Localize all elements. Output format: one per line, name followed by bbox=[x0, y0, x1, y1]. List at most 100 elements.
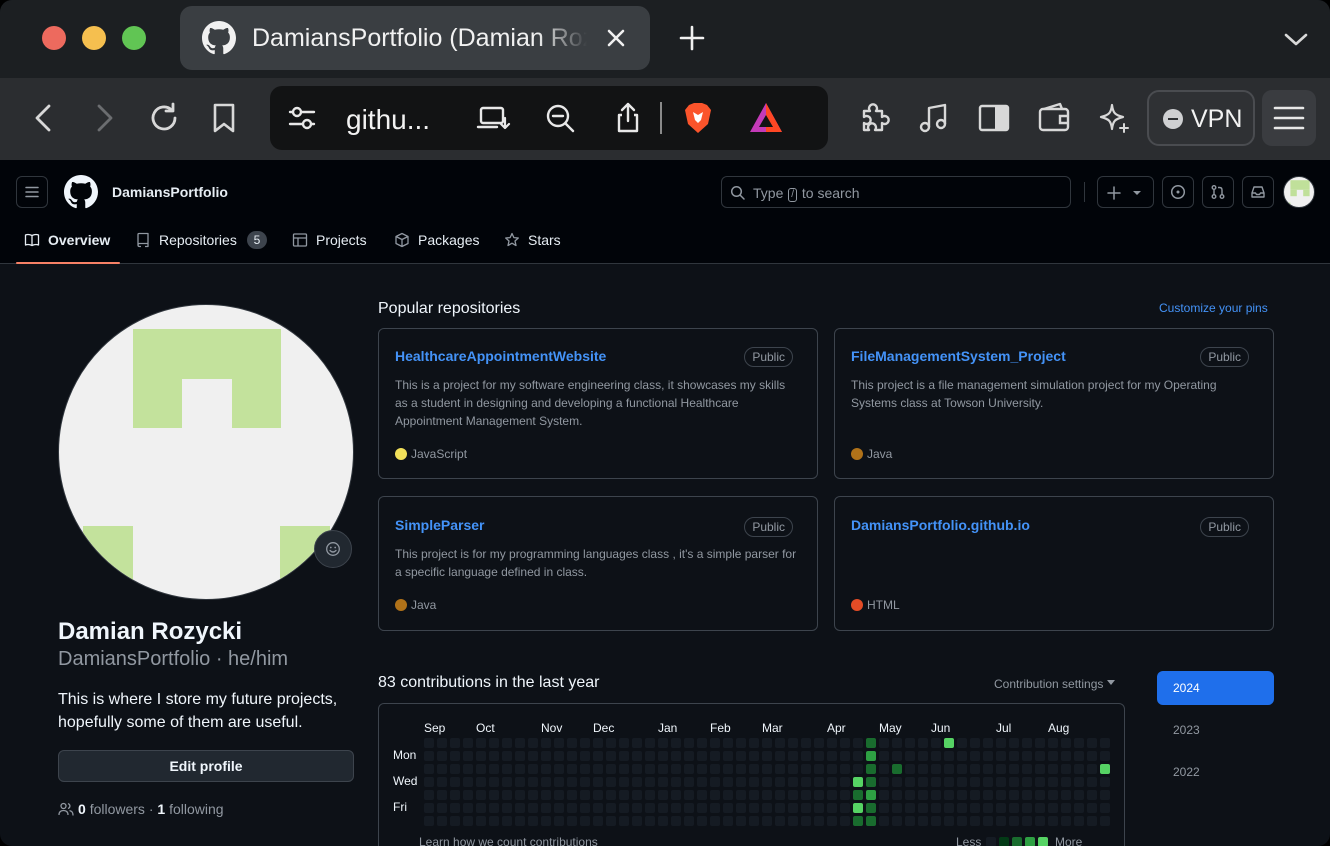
contribution-day-cell[interactable] bbox=[463, 764, 473, 774]
contribution-day-cell[interactable] bbox=[1022, 816, 1032, 826]
contribution-day-cell[interactable] bbox=[996, 738, 1006, 748]
contribution-day-cell[interactable] bbox=[424, 738, 434, 748]
contribution-day-cell[interactable] bbox=[541, 816, 551, 826]
contribution-day-cell[interactable] bbox=[476, 790, 486, 800]
contribution-day-cell[interactable] bbox=[1022, 803, 1032, 813]
contribution-day-cell[interactable] bbox=[931, 803, 941, 813]
contribution-day-cell[interactable] bbox=[892, 803, 902, 813]
contribution-day-cell[interactable] bbox=[619, 803, 629, 813]
contribution-day-cell[interactable] bbox=[840, 764, 850, 774]
contribution-day-cell[interactable] bbox=[697, 803, 707, 813]
contribution-day-cell[interactable] bbox=[1100, 803, 1110, 813]
customize-pins-link[interactable]: Customize your pins bbox=[1159, 301, 1268, 315]
contribution-day-cell[interactable] bbox=[1087, 816, 1097, 826]
contribution-day-cell[interactable] bbox=[541, 777, 551, 787]
contribution-day-cell[interactable] bbox=[476, 738, 486, 748]
contribution-day-cell[interactable] bbox=[554, 738, 564, 748]
contribution-day-cell[interactable] bbox=[775, 816, 785, 826]
contribution-day-cell[interactable] bbox=[801, 738, 811, 748]
zoom-window-button[interactable] bbox=[122, 26, 146, 50]
contribution-day-cell[interactable] bbox=[931, 764, 941, 774]
contribution-day-cell[interactable] bbox=[983, 751, 993, 761]
contribution-day-cell[interactable] bbox=[1022, 790, 1032, 800]
contribution-day-cell[interactable] bbox=[931, 751, 941, 761]
contribution-day-cell[interactable] bbox=[528, 738, 538, 748]
contribution-day-cell[interactable] bbox=[1022, 738, 1032, 748]
contribution-day-cell[interactable] bbox=[489, 790, 499, 800]
contribution-day-cell[interactable] bbox=[879, 790, 889, 800]
contribution-day-cell[interactable] bbox=[580, 816, 590, 826]
contribution-day-cell[interactable] bbox=[645, 790, 655, 800]
contribution-day-cell[interactable] bbox=[944, 803, 954, 813]
contribution-day-cell[interactable] bbox=[1035, 790, 1045, 800]
contribution-day-cell[interactable] bbox=[723, 764, 733, 774]
contribution-day-cell[interactable] bbox=[879, 816, 889, 826]
repo-name-link[interactable]: SimpleParser bbox=[395, 517, 485, 533]
contribution-day-cell[interactable] bbox=[749, 790, 759, 800]
contribution-day-cell[interactable] bbox=[853, 777, 863, 787]
contribution-day-cell[interactable] bbox=[463, 777, 473, 787]
contribution-day-cell[interactable] bbox=[1009, 738, 1019, 748]
contribution-day-cell[interactable] bbox=[515, 816, 525, 826]
contribution-day-cell[interactable] bbox=[1022, 777, 1032, 787]
contribution-day-cell[interactable] bbox=[788, 803, 798, 813]
contribution-day-cell[interactable] bbox=[957, 777, 967, 787]
contribution-day-cell[interactable] bbox=[515, 790, 525, 800]
brave-rewards-icon[interactable] bbox=[748, 100, 784, 136]
contribution-day-cell[interactable] bbox=[619, 777, 629, 787]
repo-name-link[interactable]: DamiansPortfolio.github.io bbox=[851, 517, 1030, 533]
contribution-day-cell[interactable] bbox=[606, 751, 616, 761]
contribution-day-cell[interactable] bbox=[996, 777, 1006, 787]
contribution-day-cell[interactable] bbox=[1061, 803, 1071, 813]
contribution-day-cell[interactable] bbox=[775, 777, 785, 787]
contribution-day-cell[interactable] bbox=[450, 777, 460, 787]
contribution-day-cell[interactable] bbox=[931, 738, 941, 748]
contribution-day-cell[interactable] bbox=[502, 790, 512, 800]
contribution-day-cell[interactable] bbox=[840, 790, 850, 800]
repo-name-link[interactable]: HealthcareAppointmentWebsite bbox=[395, 348, 606, 364]
contribution-day-cell[interactable] bbox=[502, 764, 512, 774]
contribution-day-cell[interactable] bbox=[918, 803, 928, 813]
contribution-day-cell[interactable] bbox=[645, 764, 655, 774]
contribution-day-cell[interactable] bbox=[853, 751, 863, 761]
site-settings-icon[interactable] bbox=[284, 100, 320, 136]
contribution-day-cell[interactable] bbox=[697, 764, 707, 774]
contribution-day-cell[interactable] bbox=[671, 738, 681, 748]
install-app-icon[interactable] bbox=[475, 100, 511, 136]
contribution-day-cell[interactable] bbox=[1035, 751, 1045, 761]
sidebar-icon[interactable] bbox=[976, 100, 1012, 136]
contribution-day-cell[interactable] bbox=[515, 751, 525, 761]
contribution-day-cell[interactable] bbox=[866, 764, 876, 774]
pull-requests-button[interactable] bbox=[1202, 176, 1234, 208]
open-global-nav-button[interactable] bbox=[16, 176, 48, 208]
contribution-day-cell[interactable] bbox=[788, 764, 798, 774]
contribution-day-cell[interactable] bbox=[619, 764, 629, 774]
contribution-day-cell[interactable] bbox=[749, 816, 759, 826]
contribution-day-cell[interactable] bbox=[632, 738, 642, 748]
contribution-day-cell[interactable] bbox=[450, 790, 460, 800]
contribution-day-cell[interactable] bbox=[632, 803, 642, 813]
contribution-day-cell[interactable] bbox=[1087, 803, 1097, 813]
contribution-day-cell[interactable] bbox=[1074, 751, 1084, 761]
contribution-day-cell[interactable] bbox=[775, 803, 785, 813]
contribution-day-cell[interactable] bbox=[580, 790, 590, 800]
contribution-day-cell[interactable] bbox=[1100, 751, 1110, 761]
contribution-day-cell[interactable] bbox=[684, 816, 694, 826]
contribution-day-cell[interactable] bbox=[814, 803, 824, 813]
contribution-day-cell[interactable] bbox=[1061, 751, 1071, 761]
contribution-day-cell[interactable] bbox=[450, 751, 460, 761]
contribution-day-cell[interactable] bbox=[645, 803, 655, 813]
address-bar[interactable]: githu... bbox=[270, 86, 828, 150]
contribution-day-cell[interactable] bbox=[814, 777, 824, 787]
contribution-day-cell[interactable] bbox=[983, 764, 993, 774]
contribution-day-cell[interactable] bbox=[697, 777, 707, 787]
contribution-day-cell[interactable] bbox=[905, 738, 915, 748]
contribution-day-cell[interactable] bbox=[476, 764, 486, 774]
contribution-day-cell[interactable] bbox=[489, 777, 499, 787]
contribution-day-cell[interactable] bbox=[905, 751, 915, 761]
contribution-day-cell[interactable] bbox=[697, 816, 707, 826]
contribution-day-cell[interactable] bbox=[1087, 790, 1097, 800]
contribution-day-cell[interactable] bbox=[489, 738, 499, 748]
contribution-day-cell[interactable] bbox=[619, 751, 629, 761]
contribution-day-cell[interactable] bbox=[515, 803, 525, 813]
